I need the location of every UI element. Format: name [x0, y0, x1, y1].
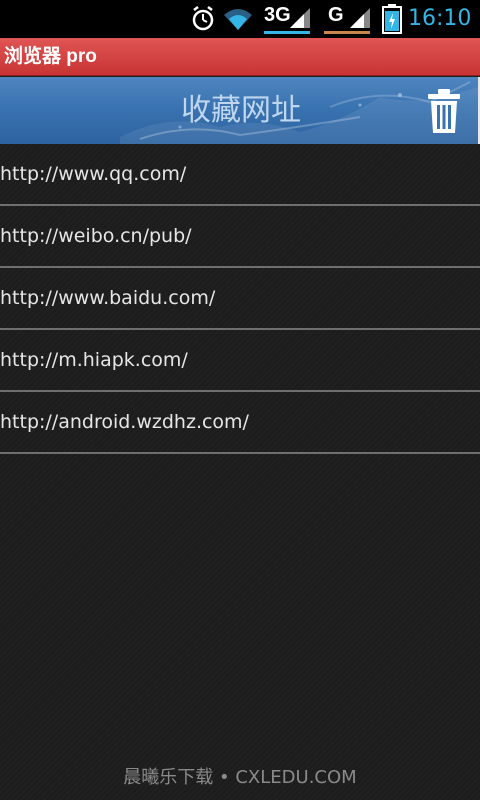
network-type-label: G: [328, 4, 344, 26]
list-item[interactable]: http://www.baidu.com/: [0, 268, 480, 330]
list-item[interactable]: http://weibo.cn/pub/: [0, 206, 480, 268]
delete-button[interactable]: [424, 87, 464, 135]
list-item[interactable]: http://www.qq.com/: [0, 144, 480, 206]
bookmark-list: http://www.qq.com/ http://weibo.cn/pub/ …: [0, 144, 480, 454]
trash-icon: [428, 89, 460, 133]
bookmarks-header: 收藏网址: [0, 77, 478, 144]
bookmark-url: http://www.baidu.com/: [0, 287, 216, 309]
bookmark-url: http://m.hiapk.com/: [0, 349, 188, 371]
app-title-bar: 浏览器 pro: [0, 38, 480, 76]
clock: 16:10: [408, 6, 472, 31]
signal-icon: 3G: [262, 4, 312, 34]
network-type-label: 3G: [264, 4, 291, 26]
app-title: 浏览器 pro: [4, 46, 97, 67]
list-item[interactable]: http://android.wzdhz.com/: [0, 392, 480, 454]
signal-icon: G: [322, 4, 372, 34]
bookmark-url: http://www.qq.com/: [0, 163, 187, 185]
alarm-icon: [192, 6, 214, 31]
bookmark-url: http://weibo.cn/pub/: [0, 225, 192, 247]
list-item[interactable]: http://m.hiapk.com/: [0, 330, 480, 392]
battery-icon: [382, 4, 402, 34]
status-bar: 3G G 16:10: [0, 0, 480, 38]
wifi-icon: [224, 9, 252, 30]
watermark: 晨曦乐下载 • CXLEDU.COM: [123, 767, 357, 788]
page-title: 收藏网址: [181, 93, 301, 128]
bookmark-url: http://android.wzdhz.com/: [0, 411, 249, 433]
